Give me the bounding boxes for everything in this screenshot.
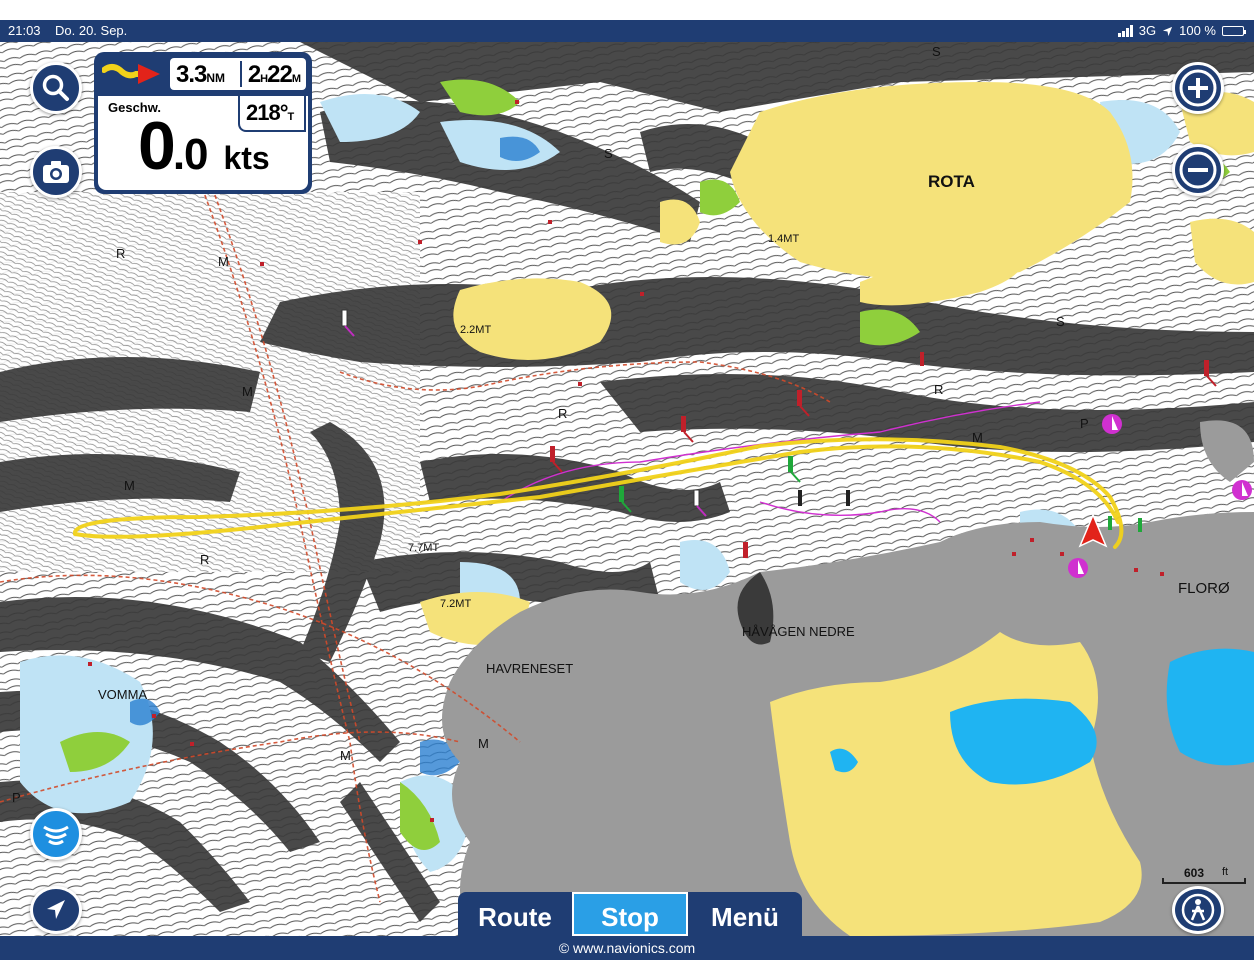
navigation-dashboard[interactable]: 3.3NM 2H22M Geschw. 0.0 kts 218°T: [94, 52, 312, 194]
sonar-button[interactable]: [30, 808, 82, 860]
seabed-label: M: [478, 736, 489, 751]
signal-icon: [1117, 25, 1133, 37]
place-label-havreneset: HAVRENESET: [486, 661, 574, 676]
distance-time-box: 3.3NM 2H22M: [170, 58, 306, 90]
navigate-button[interactable]: [30, 886, 82, 934]
search-button[interactable]: [30, 62, 82, 114]
distance-readout: 3.3NM: [176, 61, 226, 88]
seabed-label: M: [242, 384, 253, 399]
route-arrow-icon: [102, 64, 160, 84]
seabed-label: M: [340, 748, 351, 763]
status-date: Do. 20. Sep.: [55, 23, 128, 38]
seabed-label: S: [604, 146, 613, 161]
place-label-floro: FLORØ: [1178, 580, 1230, 597]
seabed-label: P: [12, 790, 21, 805]
sonar-icon: [43, 825, 69, 845]
depth-label: 7.2MT: [440, 598, 472, 610]
seabed-label: M: [124, 478, 135, 493]
seabed-label: M: [972, 430, 983, 445]
map-scale: 603 ft: [1162, 866, 1248, 886]
status-time: 21:03: [8, 23, 41, 38]
zoom-out-button[interactable]: [1172, 144, 1224, 196]
seabed-label: P: [1080, 416, 1089, 431]
depth-label: 2.2MT: [460, 324, 492, 336]
scale-unit: ft: [1222, 866, 1229, 878]
footer-bar: © www.navionics.com: [0, 936, 1254, 960]
depth-label: 1.4MT: [768, 233, 800, 245]
camera-button[interactable]: [30, 146, 82, 198]
copyright-text: © www.navionics.com: [558, 940, 696, 956]
location-arrow-icon: [1163, 26, 1173, 36]
zoom-in-button[interactable]: [1172, 62, 1224, 114]
status-bar: 21:03 Do. 20. Sep. 3G 100 %: [0, 20, 1254, 42]
search-icon: [42, 74, 69, 101]
seabed-label: R: [934, 382, 944, 397]
speed-panel: Geschw. 0.0 kts 218°T: [98, 96, 308, 190]
network-type: 3G: [1138, 23, 1157, 38]
navigate-icon: [47, 900, 65, 919]
seabed-label: S: [932, 44, 941, 59]
time-remaining: 2H22M: [247, 61, 301, 88]
seabed-label: S: [1056, 314, 1065, 329]
seabed-label: R: [116, 246, 126, 261]
battery-percent: 100 %: [1179, 23, 1216, 38]
heading-value: 218°T: [246, 100, 295, 125]
tab-menu[interactable]: Menü: [688, 892, 802, 936]
tab-route[interactable]: Route: [458, 892, 572, 936]
depth-label: 7.7MT: [408, 542, 440, 554]
zoom-out-icon: [1179, 151, 1217, 189]
seabed-label: R: [200, 552, 210, 567]
battery-icon: [1222, 26, 1246, 36]
seabed-label: R: [558, 406, 568, 421]
camera-icon: [43, 161, 69, 183]
heading-box: 218°T: [238, 96, 306, 132]
seabed-label: M: [218, 254, 229, 269]
place-label-havagen: HÅVÅGEN NEDRE: [742, 624, 855, 639]
zoom-in-icon: [1179, 69, 1217, 107]
place-label-rota: ROTA: [928, 172, 975, 191]
top-margin: [0, 0, 1254, 20]
place-label-vomma: VOMMA: [98, 687, 148, 702]
tab-stop[interactable]: Stop: [572, 892, 688, 936]
person-icon: [1181, 893, 1215, 927]
person-button[interactable]: [1172, 886, 1224, 934]
